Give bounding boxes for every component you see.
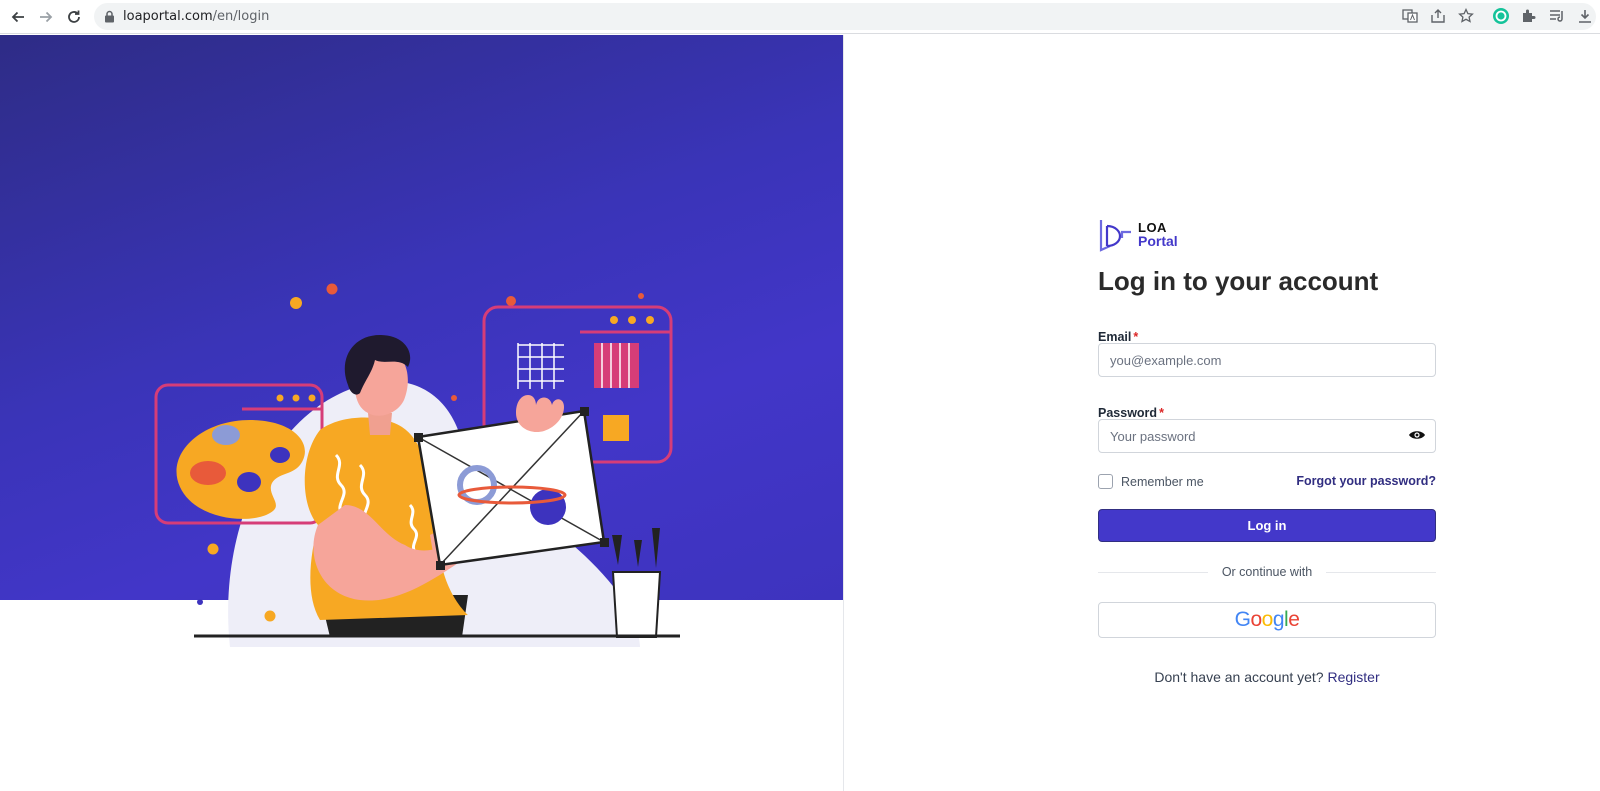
dot [638, 293, 644, 299]
forgot-password-link[interactable]: Forgot your password? [1296, 474, 1436, 488]
required-mark: * [1133, 330, 1139, 344]
orange-square [603, 415, 629, 441]
translate-button[interactable] [1399, 5, 1421, 27]
share-icon [1431, 9, 1445, 23]
downloads-button[interactable] [1574, 5, 1596, 27]
designer-illustration [154, 283, 680, 647]
register-prompt: Don't have an account yet? Register [1098, 669, 1436, 685]
no-account-text: Don't have an account yet? [1154, 669, 1324, 685]
email-field[interactable] [1098, 343, 1436, 377]
person-neck [368, 413, 392, 435]
password-field[interactable] [1098, 419, 1436, 453]
page-title: Log in to your account [1098, 266, 1379, 296]
loa-portal-logo: LOA Portal [1098, 218, 1188, 252]
share-button[interactable] [1427, 5, 1449, 27]
dot [290, 297, 302, 309]
register-link[interactable]: Register [1327, 669, 1379, 685]
address-bar[interactable]: loaportal.com/en/login [94, 3, 1596, 30]
dot [451, 395, 457, 401]
grammarly-extension[interactable] [1490, 5, 1512, 27]
download-icon [1579, 10, 1591, 23]
remember-me-label: Remember me [1121, 474, 1204, 489]
bookmark-button[interactable] [1455, 5, 1477, 27]
dot [326, 283, 338, 295]
google-logo: Google [1234, 608, 1300, 631]
translate-icon [1402, 9, 1418, 23]
lock-icon [105, 10, 114, 23]
dot [207, 543, 219, 555]
reading-list-button[interactable] [1546, 5, 1568, 27]
address-url: loaportal.com/en/login [123, 9, 270, 24]
email-label: Email * [1098, 330, 1139, 344]
extensions-icon [1523, 9, 1536, 22]
login-button[interactable]: Log in [1098, 509, 1436, 542]
logo-mark-icon [1099, 220, 1131, 252]
back-button[interactable] [6, 5, 30, 29]
pen-cup [611, 571, 662, 638]
required-mark: * [1159, 406, 1164, 420]
eye-icon [1409, 431, 1425, 439]
extensions-button[interactable] [1518, 5, 1540, 27]
reload-icon [68, 10, 80, 23]
remember-me[interactable]: Remember me [1098, 474, 1204, 489]
back-icon [11, 11, 24, 23]
dot [264, 610, 276, 622]
password-label: Password * [1098, 406, 1164, 420]
login-panel: LOA Portal Log in to your account Email *… [844, 35, 1600, 791]
remember-me-checkbox[interactable] [1098, 474, 1113, 489]
grid-icon [517, 343, 564, 389]
forward-icon [40, 11, 53, 23]
grammarly-icon [1493, 8, 1509, 24]
show-password-button[interactable] [1407, 425, 1427, 445]
or-divider: Or continue with [1098, 565, 1436, 579]
google-login-button[interactable]: Google [1098, 602, 1436, 638]
divider-text: Or continue with [1098, 565, 1436, 579]
illustration-panel [0, 35, 844, 791]
dot [197, 599, 203, 605]
browser-toolbar: loaportal.com/en/login [0, 0, 1600, 34]
logo-text-bottom: Portal [1138, 233, 1178, 249]
forward-button[interactable] [34, 5, 58, 29]
star-icon [1458, 8, 1474, 23]
reload-button[interactable] [62, 5, 86, 29]
reading-list-icon [1550, 10, 1563, 22]
dot [506, 296, 516, 306]
striped-square [594, 343, 639, 388]
